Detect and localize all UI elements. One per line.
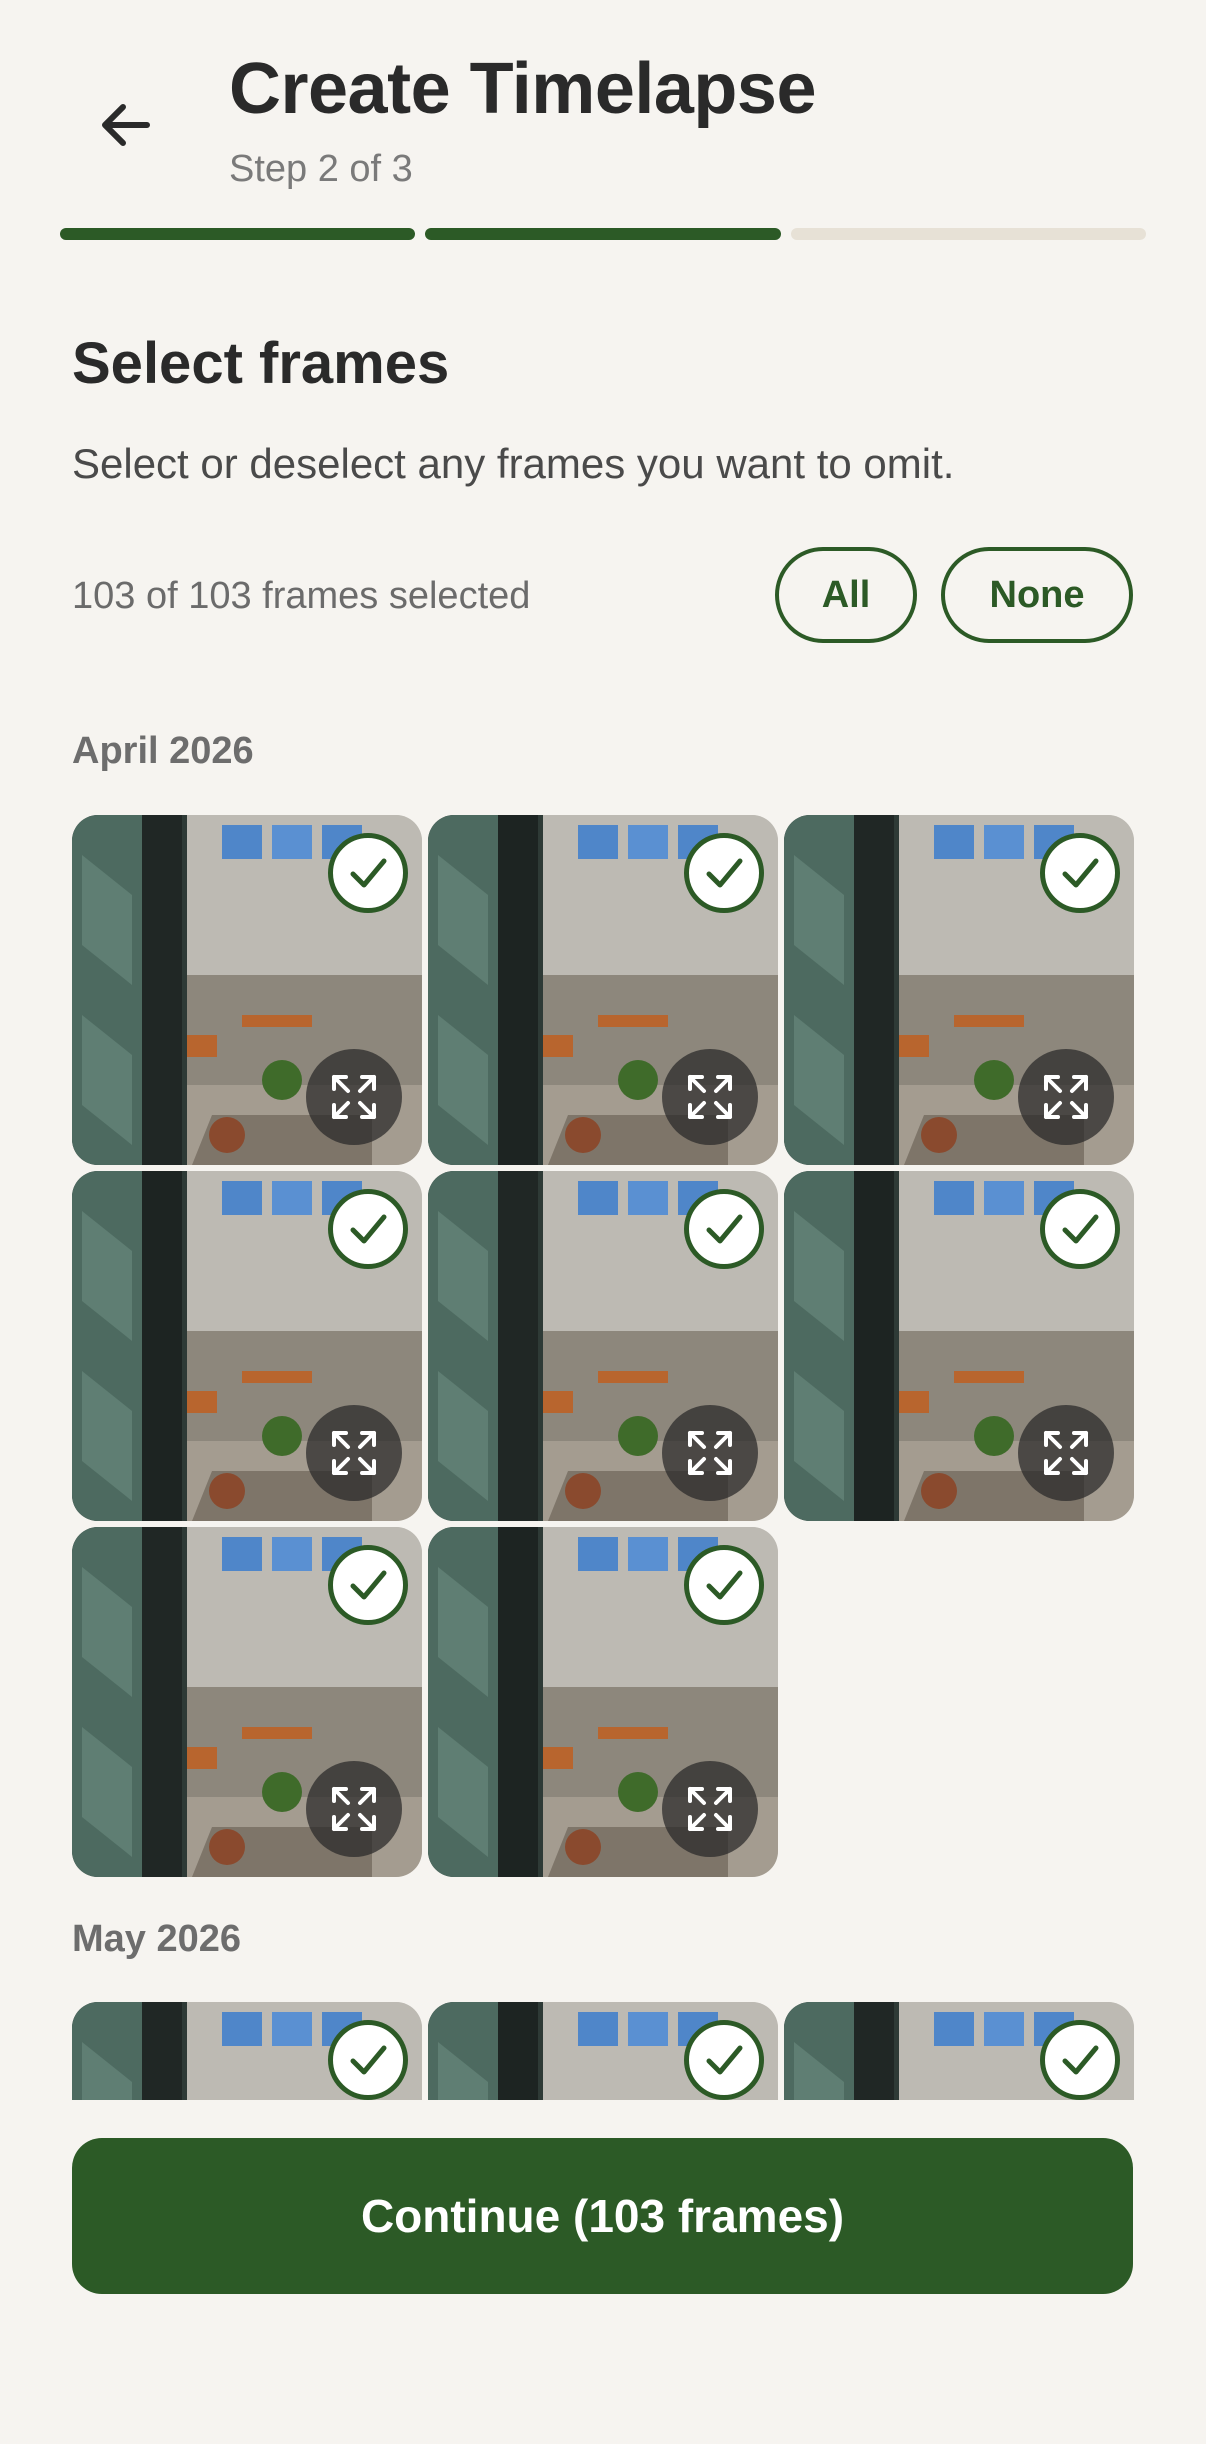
checkmark-icon (706, 2045, 743, 2075)
expand-button[interactable] (662, 1405, 758, 1501)
selected-checkbox[interactable] (328, 1189, 408, 1269)
selected-checkbox[interactable] (684, 833, 764, 913)
frame-tile[interactable] (428, 1171, 778, 1521)
selected-checkbox[interactable] (1040, 2020, 1120, 2100)
frame-tile[interactable] (784, 1171, 1134, 1521)
checkmark-icon (1062, 858, 1099, 888)
expand-icon (1044, 1431, 1088, 1475)
frame-tile[interactable] (72, 1171, 422, 1521)
frame-tile[interactable] (428, 815, 778, 1165)
expand-button[interactable] (1018, 1405, 1114, 1501)
selected-checkbox[interactable] (684, 1545, 764, 1625)
selected-checkbox[interactable] (684, 1189, 764, 1269)
continue-button[interactable]: Continue (103 frames) (72, 2138, 1133, 2294)
expand-icon (1044, 1075, 1088, 1119)
frame-tile[interactable] (72, 2002, 422, 2100)
checkmark-icon (706, 1570, 743, 1600)
expand-icon (332, 1075, 376, 1119)
checkmark-icon (350, 1214, 387, 1244)
checkmark-icon (1062, 2045, 1099, 2075)
month-label: April 2026 (72, 730, 254, 772)
checkmark-icon (350, 858, 387, 888)
frame-tile[interactable] (428, 2002, 778, 2100)
frame-tile[interactable] (72, 815, 422, 1165)
selected-checkbox[interactable] (328, 1545, 408, 1625)
selected-checkbox[interactable] (684, 2020, 764, 2100)
expand-icon (332, 1431, 376, 1475)
expand-icon (688, 1075, 732, 1119)
checkmark-icon (1062, 1214, 1099, 1244)
frame-tile[interactable] (784, 815, 1134, 1165)
expand-icon (688, 1431, 732, 1475)
footer: Continue (103 frames) (0, 2100, 1206, 2444)
expand-button[interactable] (1018, 1049, 1114, 1145)
frame-tile[interactable] (428, 1527, 778, 1877)
expand-icon (688, 1787, 732, 1831)
expand-button[interactable] (662, 1049, 758, 1145)
checkmark-icon (706, 1214, 743, 1244)
expand-button[interactable] (306, 1405, 402, 1501)
frame-grid: April 2026 May 2026 (0, 0, 1206, 2100)
selected-checkbox[interactable] (1040, 833, 1120, 913)
frame-tile[interactable] (72, 1527, 422, 1877)
expand-icon (332, 1787, 376, 1831)
selected-checkbox[interactable] (1040, 1189, 1120, 1269)
selected-checkbox[interactable] (328, 2020, 408, 2100)
checkmark-icon (350, 1570, 387, 1600)
month-label: May 2026 (72, 1918, 242, 1960)
expand-button[interactable] (306, 1049, 402, 1145)
frame-tile[interactable] (784, 2002, 1134, 2100)
selected-checkbox[interactable] (328, 833, 408, 913)
checkmark-icon (706, 858, 743, 888)
checkmark-icon (350, 2045, 387, 2075)
expand-button[interactable] (306, 1761, 402, 1857)
expand-button[interactable] (662, 1761, 758, 1857)
